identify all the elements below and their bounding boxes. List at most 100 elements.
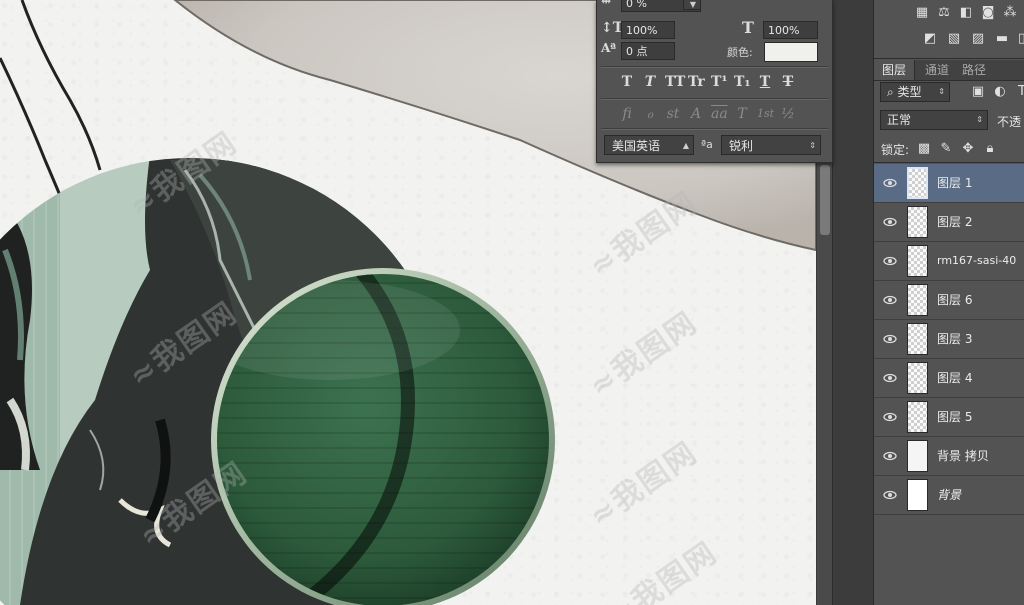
layer-row[interactable]: 图层 2 xyxy=(874,203,1024,242)
layer-row[interactable]: 背景 xyxy=(874,476,1024,515)
channel-mixer-icon[interactable]: ⁂ xyxy=(1002,6,1018,20)
layer-row[interactable]: 图层 3 xyxy=(874,320,1024,359)
layer-name[interactable]: 图层 5 xyxy=(937,398,972,436)
titling-alternates-button[interactable]: T xyxy=(734,106,750,122)
fractions-button[interactable]: ½ xyxy=(780,106,796,122)
tab-layers[interactable]: 图层 xyxy=(874,60,916,80)
layer-filter-dropdown[interactable]: ⌕ 类型 ⇕ xyxy=(880,82,950,102)
levels-icon[interactable]: ▦ xyxy=(914,6,930,20)
text-color-swatch[interactable] xyxy=(764,42,818,62)
layer-name[interactable]: 图层 4 xyxy=(937,359,972,397)
antialias-dropdown[interactable]: 锐利 ⇕ xyxy=(721,135,821,155)
eye-icon[interactable] xyxy=(883,215,897,229)
horizontal-scale-field[interactable]: 100% xyxy=(763,21,818,39)
layer-name[interactable]: 图层 6 xyxy=(937,281,972,319)
panel-dock-gap xyxy=(832,0,874,605)
eye-icon[interactable] xyxy=(883,176,897,190)
lock-label: 锁定: xyxy=(881,143,910,157)
posterize-icon[interactable]: ▧ xyxy=(946,32,962,46)
antialias-icon: ªa xyxy=(701,138,713,151)
divider xyxy=(601,98,828,100)
superscript-button[interactable]: T¹ xyxy=(711,74,728,90)
vertical-scale-icon: ↕T xyxy=(601,20,624,36)
eye-icon[interactable] xyxy=(883,449,897,463)
old-style-button[interactable]: ℴ xyxy=(642,106,658,122)
layer-name[interactable]: 背景 xyxy=(937,476,961,514)
layer-thumbnail xyxy=(907,284,928,316)
baseline-shift-icon: Aª xyxy=(601,41,617,55)
lock-position-icon[interactable]: ✥ xyxy=(960,142,976,156)
tracking-dropdown[interactable]: ▼ xyxy=(683,0,701,10)
faux-italic-button[interactable]: T xyxy=(642,74,658,90)
underline-button[interactable]: T xyxy=(757,74,773,90)
lock-brush-icon[interactable]: ✎ xyxy=(938,142,954,156)
layer-row[interactable]: rm167-sasi-40 xyxy=(874,242,1024,281)
layer-thumbnail xyxy=(907,245,928,277)
ligatures-button[interactable]: fi xyxy=(619,106,635,122)
layers-list: 图层 1 图层 2 rm167-sasi-40 图层 6 图层 3 图层 4 图… xyxy=(874,164,1024,515)
layer-name[interactable]: 背景 拷贝 xyxy=(937,437,989,475)
ordinals-button[interactable]: 1st xyxy=(757,106,774,122)
filter-type-icon[interactable]: T xyxy=(1014,85,1024,99)
tab-channels[interactable]: 通道 xyxy=(917,60,957,80)
layer-thumbnail xyxy=(907,401,928,433)
tracking-icon: ⇹ xyxy=(601,0,612,8)
blend-mode-dropdown[interactable]: 正常 ⇕ xyxy=(880,110,988,130)
all-caps-button[interactable]: TT xyxy=(665,74,685,90)
chevron-updown-icon: ⇕ xyxy=(976,115,983,124)
swash-button[interactable]: A xyxy=(688,106,704,122)
layer-row[interactable]: 背景 拷贝 xyxy=(874,437,1024,476)
eye-icon[interactable] xyxy=(883,410,897,424)
eye-icon[interactable] xyxy=(883,332,897,346)
chevron-updown-icon: ⇕ xyxy=(809,141,816,150)
chevron-updown-icon: ⇕ xyxy=(938,87,945,96)
eye-icon[interactable] xyxy=(883,254,897,268)
layer-name[interactable]: 图层 3 xyxy=(937,320,972,358)
subscript-button[interactable]: T₁ xyxy=(734,74,751,90)
scrollbar-thumb[interactable] xyxy=(820,165,830,235)
eye-icon[interactable] xyxy=(883,293,897,307)
layer-name[interactable]: 图层 2 xyxy=(937,203,972,241)
filter-kind-value: 类型 xyxy=(897,85,922,99)
vertical-scale-field[interactable]: 100% xyxy=(621,21,675,39)
layer-thumbnail xyxy=(907,206,928,238)
language-value: 美国英语 xyxy=(612,139,661,153)
layer-row[interactable]: 图层 5 xyxy=(874,398,1024,437)
strikethrough-button[interactable]: T xyxy=(780,74,796,90)
discretionary-ligatures-button[interactable]: st xyxy=(665,106,681,122)
tab-paths[interactable]: 路径 xyxy=(954,60,994,80)
photo-filter-icon[interactable]: ◙ xyxy=(980,6,996,20)
divider xyxy=(601,128,828,130)
lock-transparency-icon[interactable]: ▩ xyxy=(916,142,932,156)
selective-color-icon[interactable]: ◫ xyxy=(1016,32,1024,46)
layer-thumbnail xyxy=(907,323,928,355)
invert-icon[interactable]: ◩ xyxy=(922,32,938,46)
layer-thumbnail xyxy=(907,167,928,199)
layer-name[interactable]: 图层 1 xyxy=(937,164,972,202)
character-panel: ⇹ 0 % ▼ ↕T 100% T 100% Aª 0 点 颜色: T T TT… xyxy=(596,0,833,163)
filter-pixel-icon[interactable]: ▣ xyxy=(970,85,986,99)
layer-name[interactable]: rm167-sasi-40 xyxy=(937,242,1016,280)
layer-row[interactable]: 图层 1 xyxy=(874,164,1024,203)
gradient-map-icon[interactable]: ▬ xyxy=(994,32,1010,46)
blend-mode-value: 正常 xyxy=(887,113,912,127)
horizontal-scale-icon: T xyxy=(742,18,754,37)
stylistic-alternates-button[interactable]: aa xyxy=(711,106,728,122)
threshold-icon[interactable]: ▨ xyxy=(970,32,986,46)
layer-row[interactable]: 图层 4 xyxy=(874,359,1024,398)
balance-icon[interactable]: ⚖ xyxy=(936,6,952,20)
divider xyxy=(601,66,828,68)
faux-bold-button[interactable]: T xyxy=(619,74,635,90)
type-style-buttons: T T TT Tr T¹ T₁ T T xyxy=(619,74,796,90)
small-caps-button[interactable]: Tr xyxy=(688,74,705,90)
opacity-label: 不透 xyxy=(997,115,1022,129)
filter-adjustment-icon[interactable]: ◐ xyxy=(992,85,1008,99)
baseline-shift-field[interactable]: 0 点 xyxy=(621,42,675,60)
layer-row[interactable]: 图层 6 xyxy=(874,281,1024,320)
language-dropdown[interactable]: 美国英语 ▲ xyxy=(604,135,694,155)
lock-all-icon[interactable]: 🔒︎ xyxy=(982,142,998,156)
eye-icon[interactable] xyxy=(883,488,897,502)
antialias-value: 锐利 xyxy=(729,139,754,153)
black-white-icon[interactable]: ◧ xyxy=(958,6,974,20)
eye-icon[interactable] xyxy=(883,371,897,385)
